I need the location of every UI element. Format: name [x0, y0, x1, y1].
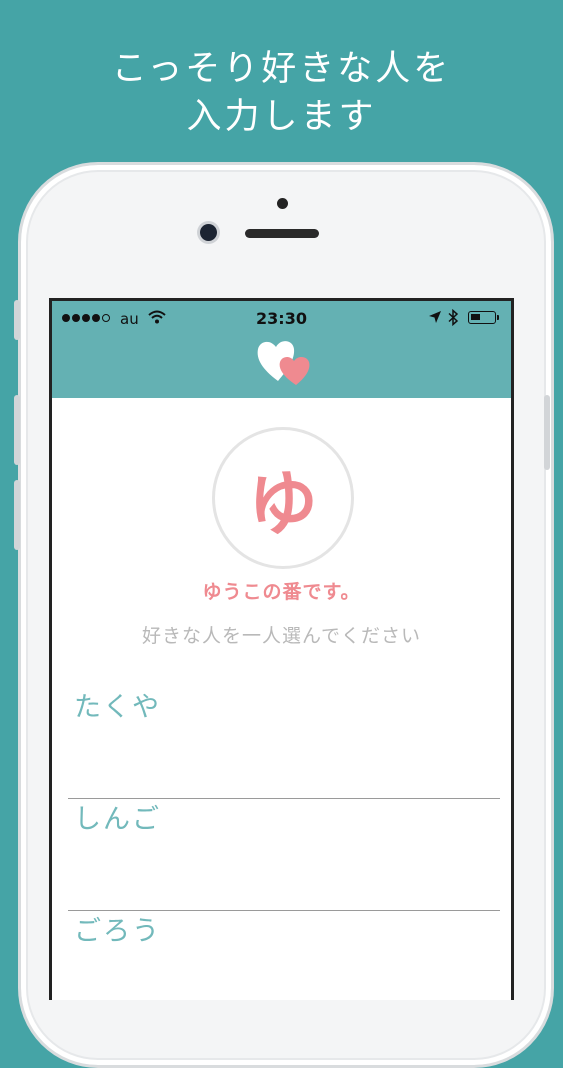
power-button	[544, 395, 550, 470]
person-option[interactable]: しんご	[68, 797, 500, 911]
caption-line-1: こっそり好きな人を	[111, 49, 452, 89]
player-avatar: ゆ	[212, 427, 354, 569]
bluetooth-icon	[448, 309, 459, 326]
mute-switch	[14, 300, 20, 340]
instruction-text: 好きな人を一人選んでください	[141, 625, 422, 647]
proximity-sensor	[277, 198, 288, 209]
person-option[interactable]: ごろう	[68, 909, 500, 1000]
person-name: たくや	[74, 692, 161, 723]
caption-line-2: 入力します	[186, 97, 377, 137]
player-avatar-char: ゆ	[248, 462, 318, 545]
volume-up-button	[14, 395, 20, 465]
hearts-logo-icon	[257, 341, 310, 385]
person-option[interactable]: たくや	[68, 685, 500, 799]
turn-label: ゆうこの番です。	[202, 581, 361, 603]
status-bar: au 23:30	[52, 301, 511, 337]
person-name: しんご	[74, 804, 161, 835]
battery-icon	[468, 311, 499, 324]
front-camera-icon	[200, 224, 217, 241]
person-name: ごろう	[74, 916, 161, 947]
navigation-bar: au 23:30	[52, 301, 511, 398]
location-arrow-icon	[429, 311, 441, 323]
volume-down-button	[14, 480, 20, 550]
app-screen: au 23:30 ゆ ゆうこの番です。 好きな人を一人選んでください たくや し…	[49, 298, 514, 1000]
status-time: 23:30	[256, 309, 307, 328]
earpiece-speaker	[245, 229, 319, 238]
